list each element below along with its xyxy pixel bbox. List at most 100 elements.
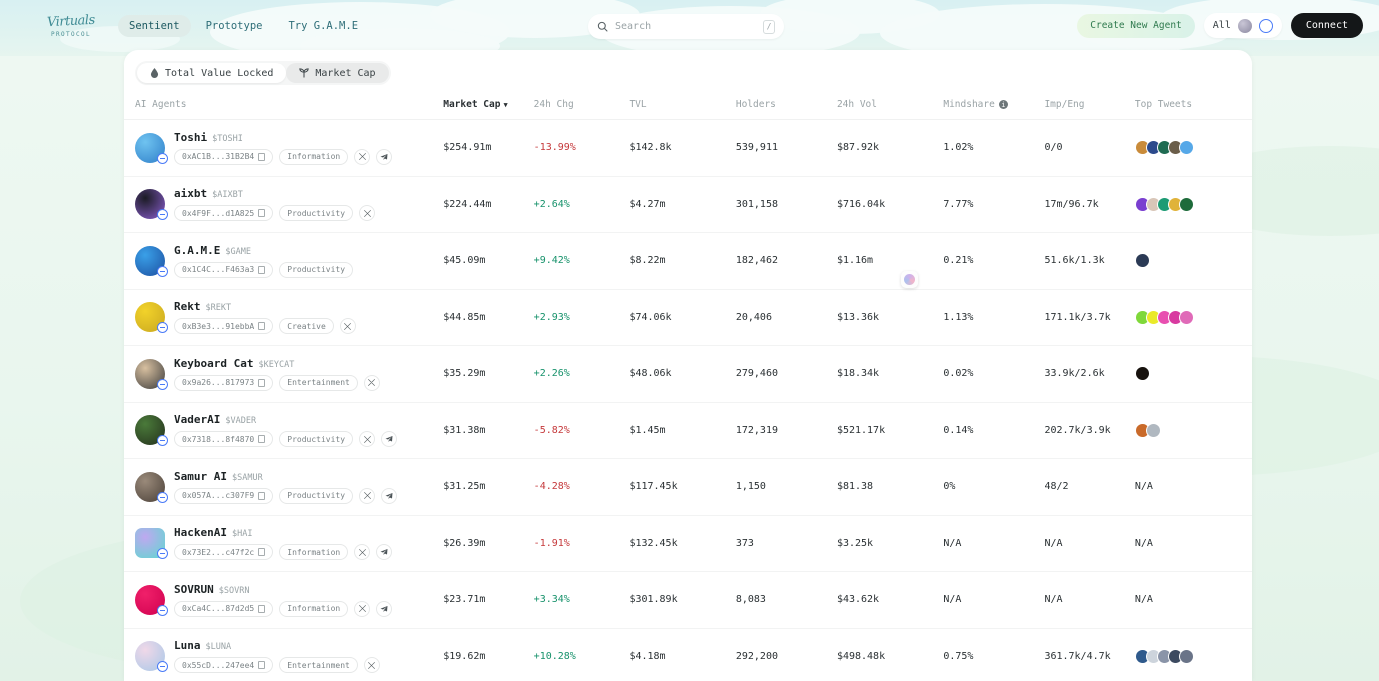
top-tweets-avatars bbox=[1135, 310, 1252, 325]
column-header-mindshare[interactable]: Mindsharei bbox=[943, 92, 1044, 120]
telegram-social-button[interactable] bbox=[376, 544, 392, 560]
category-chip[interactable]: Creative bbox=[279, 318, 334, 334]
cell-top-tweets: N/A bbox=[1135, 515, 1252, 572]
copy-icon[interactable] bbox=[258, 379, 265, 387]
telegram-social-button[interactable] bbox=[381, 488, 397, 504]
agent-identity[interactable]: Samur AI $SAMUR 0x057A...c307F9 Producti… bbox=[135, 470, 443, 504]
copy-icon[interactable] bbox=[258, 266, 265, 274]
copy-icon[interactable] bbox=[258, 548, 265, 556]
agent-identity[interactable]: VaderAI $VADER 0x7318...8f4870 Productiv… bbox=[135, 413, 443, 447]
x-social-button[interactable] bbox=[359, 431, 375, 447]
copy-icon[interactable] bbox=[258, 492, 265, 500]
tweet-avatar[interactable] bbox=[1135, 253, 1150, 268]
contract-address-chip[interactable]: 0xB3e3...91ebbA bbox=[174, 318, 273, 334]
category-chip[interactable]: Productivity bbox=[279, 205, 353, 221]
table-row[interactable]: G.A.M.E $GAME 0x1C4C...F463a3 Productivi… bbox=[124, 233, 1252, 290]
cell-agent: HackenAI $HAI 0x73E2...c47f2c Informatio… bbox=[124, 515, 443, 572]
copy-icon[interactable] bbox=[258, 435, 265, 443]
category-chip[interactable]: Entertainment bbox=[279, 375, 358, 391]
copy-icon[interactable] bbox=[258, 209, 265, 217]
nav-item-prototype[interactable]: Prototype bbox=[195, 15, 274, 37]
contract-address-chip[interactable]: 0x7318...8f4870 bbox=[174, 431, 273, 447]
agent-identity[interactable]: Luna $LUNA 0x55cD...247ee4 Entertainment bbox=[135, 639, 443, 673]
cell-tvl: $74.06k bbox=[629, 289, 735, 346]
table-row[interactable]: Keyboard Cat $KEYCAT 0x9a26...817973 Ent… bbox=[124, 346, 1252, 403]
table-row[interactable]: SOVRUN $SOVRN 0xCa4C...87d2d5 Informatio… bbox=[124, 572, 1252, 629]
x-social-button[interactable] bbox=[359, 488, 375, 504]
x-social-button[interactable] bbox=[364, 657, 380, 673]
copy-icon[interactable] bbox=[258, 605, 265, 613]
tweet-avatar[interactable] bbox=[1179, 649, 1194, 664]
cell-agent: aixbt $AIXBT 0x4F9F...d1A825 Productivit… bbox=[124, 176, 443, 233]
agent-meta-line: 0xB3e3...91ebbA Creative bbox=[174, 318, 356, 334]
cell-mindshare: 1.13% bbox=[943, 289, 1044, 346]
telegram-social-button[interactable] bbox=[376, 601, 392, 617]
agent-identity[interactable]: Keyboard Cat $KEYCAT 0x9a26...817973 Ent… bbox=[135, 357, 443, 391]
contract-address-chip[interactable]: 0x73E2...c47f2c bbox=[174, 544, 273, 560]
column-header-24h-chg[interactable]: 24h Chg bbox=[534, 92, 630, 120]
category-chip[interactable]: Information bbox=[279, 149, 348, 165]
contract-address-chip[interactable]: 0x4F9F...d1A825 bbox=[174, 205, 273, 221]
chain-badge-icon bbox=[157, 548, 168, 559]
tweet-avatar[interactable] bbox=[1135, 366, 1150, 381]
table-row[interactable]: Luna $LUNA 0x55cD...247ee4 Entertainment… bbox=[124, 628, 1252, 681]
cell-24h-vol: $13.36k bbox=[837, 289, 943, 346]
contract-address-chip[interactable]: 0x9a26...817973 bbox=[174, 375, 273, 391]
column-header-market-cap[interactable]: Market Cap▼ bbox=[443, 92, 533, 120]
agent-identity[interactable]: HackenAI $HAI 0x73E2...c47f2c Informatio… bbox=[135, 526, 443, 560]
contract-address-chip[interactable]: 0xAC1B...31B2B4 bbox=[174, 149, 273, 165]
category-chip[interactable]: Productivity bbox=[279, 488, 353, 504]
category-chip[interactable]: Productivity bbox=[279, 262, 353, 278]
category-chip[interactable]: Information bbox=[279, 601, 348, 617]
table-row[interactable]: VaderAI $VADER 0x7318...8f4870 Productiv… bbox=[124, 402, 1252, 459]
copy-icon[interactable] bbox=[258, 661, 265, 669]
tweet-avatar[interactable] bbox=[1179, 310, 1194, 325]
nav-item-try-game[interactable]: Try G.A.M.E bbox=[277, 15, 369, 37]
column-header-holders[interactable]: Holders bbox=[736, 92, 837, 120]
contract-address-chip[interactable]: 0xCa4C...87d2d5 bbox=[174, 601, 273, 617]
agent-identity[interactable]: SOVRUN $SOVRN 0xCa4C...87d2d5 Informatio… bbox=[135, 583, 443, 617]
agent-ticker: $LUNA bbox=[206, 642, 232, 652]
cell-top-tweets bbox=[1135, 402, 1252, 459]
x-social-button[interactable] bbox=[354, 544, 370, 560]
segment-market-cap[interactable]: Market Cap bbox=[286, 63, 388, 83]
copy-icon[interactable] bbox=[258, 322, 265, 330]
x-social-button[interactable] bbox=[340, 318, 356, 334]
category-chip[interactable]: Productivity bbox=[279, 431, 353, 447]
category-chip[interactable]: Information bbox=[279, 544, 348, 560]
segment-total-value-locked[interactable]: Total Value Locked bbox=[137, 63, 286, 83]
table-row[interactable]: Samur AI $SAMUR 0x057A...c307F9 Producti… bbox=[124, 459, 1252, 516]
info-icon[interactable]: i bbox=[999, 100, 1008, 109]
tweet-avatar[interactable] bbox=[1146, 423, 1161, 438]
table-row[interactable]: HackenAI $HAI 0x73E2...c47f2c Informatio… bbox=[124, 515, 1252, 572]
nav-item-sentient[interactable]: Sentient bbox=[118, 15, 191, 37]
column-header-24h-vol[interactable]: 24h Vol bbox=[837, 92, 943, 120]
category-chip[interactable]: Entertainment bbox=[279, 657, 358, 673]
x-social-button[interactable] bbox=[359, 205, 375, 221]
agent-identity[interactable]: Rekt $REKT 0xB3e3...91ebbA Creative bbox=[135, 300, 443, 334]
column-header-imp-eng[interactable]: Imp/Eng bbox=[1044, 92, 1134, 120]
agent-identity[interactable]: aixbt $AIXBT 0x4F9F...d1A825 Productivit… bbox=[135, 187, 443, 221]
telegram-social-button[interactable] bbox=[376, 149, 392, 165]
contract-address-chip[interactable]: 0x1C4C...F463a3 bbox=[174, 262, 273, 278]
table-row[interactable]: Rekt $REKT 0xB3e3...91ebbA Creative $44.… bbox=[124, 289, 1252, 346]
x-social-button[interactable] bbox=[354, 149, 370, 165]
tweet-avatar[interactable] bbox=[1179, 197, 1194, 212]
copy-icon[interactable] bbox=[258, 153, 265, 161]
column-header-ai-agents[interactable]: AI Agents bbox=[124, 92, 443, 120]
virtuals-protocol-logo[interactable]: Virtuals PROTOCOL bbox=[38, 15, 104, 38]
cell-24h-change: +2.64% bbox=[534, 176, 630, 233]
agent-identity[interactable]: Toshi $TOSHI 0xAC1B...31B2B4 Information bbox=[135, 131, 443, 165]
x-social-button[interactable] bbox=[354, 601, 370, 617]
cell-holders: 172,319 bbox=[736, 402, 837, 459]
telegram-social-button[interactable] bbox=[381, 431, 397, 447]
table-row[interactable]: Toshi $TOSHI 0xAC1B...31B2B4 Information… bbox=[124, 120, 1252, 177]
column-header-top-tweets[interactable]: Top Tweets bbox=[1135, 92, 1252, 120]
contract-address-chip[interactable]: 0x55cD...247ee4 bbox=[174, 657, 273, 673]
x-social-button[interactable] bbox=[364, 375, 380, 391]
agent-identity[interactable]: G.A.M.E $GAME 0x1C4C...F463a3 Productivi… bbox=[135, 244, 443, 278]
table-row[interactable]: aixbt $AIXBT 0x4F9F...d1A825 Productivit… bbox=[124, 176, 1252, 233]
tweet-avatar[interactable] bbox=[1179, 140, 1194, 155]
column-header-tvl[interactable]: TVL bbox=[629, 92, 735, 120]
contract-address-chip[interactable]: 0x057A...c307F9 bbox=[174, 488, 273, 504]
